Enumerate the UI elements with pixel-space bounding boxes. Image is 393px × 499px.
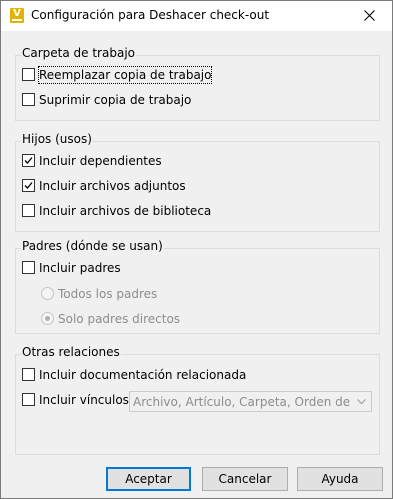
include-attachments-checkbox[interactable] [22,179,35,192]
checkmark-icon [24,182,33,189]
help-button[interactable]: Ayuda [297,467,383,491]
dialog-window: V Configuración para Deshacer check-out … [0,0,393,499]
accept-button[interactable]: Aceptar [106,467,191,491]
all-parents-radio[interactable] [41,287,54,300]
include-dependents-checkbox[interactable] [22,154,35,167]
include-attachments-label: Incluir archivos adjuntos [39,179,186,193]
direct-parents-label: Solo padres directos [58,312,181,326]
include-parents-checkbox[interactable] [22,261,35,274]
cancel-button[interactable]: Cancelar [202,467,288,491]
delete-working-copy-checkbox[interactable] [22,93,35,106]
workspace-group [15,55,380,121]
include-dependents-label: Incluir dependientes [39,154,162,168]
close-icon [364,10,375,21]
include-related-docs-checkbox[interactable] [22,368,35,381]
workspace-group-label: Carpeta de trabajo [21,46,136,60]
vault-app-icon: V [10,8,24,23]
title-bar: V Configuración para Deshacer check-out [1,1,392,31]
replace-working-copy-checkbox[interactable] [22,68,35,81]
children-group-label: Hijos (usos) [21,132,93,146]
link-types-combobox[interactable]: Archivo, Artículo, Carpeta, Orden de ca.… [129,391,372,412]
other-relations-group-label: Otras relaciones [21,345,121,359]
include-library-files-checkbox[interactable] [22,204,35,217]
include-parents-label: Incluir padres [39,261,121,275]
include-library-files-label: Incluir archivos de biblioteca [39,204,212,218]
checkmark-icon [24,157,33,164]
chevron-down-icon [357,399,366,405]
all-parents-label: Todos los padres [58,287,158,301]
replace-working-copy-label: Reemplazar copia de trabajo [37,66,213,84]
direct-parents-radio[interactable] [41,312,54,325]
include-links-checkbox[interactable] [22,393,35,406]
include-links-label: Incluir vínculos [39,393,129,407]
close-button[interactable] [348,1,392,31]
include-related-docs-label: Incluir documentación relacionada [39,368,247,382]
parents-group-label: Padres (dónde se usan) [21,239,164,253]
dialog-title: Configuración para Deshacer check-out [31,8,270,22]
link-types-value: Archivo, Artículo, Carpeta, Orden de ca.… [133,395,351,409]
delete-working-copy-label: Suprimir copia de trabajo [39,93,192,107]
